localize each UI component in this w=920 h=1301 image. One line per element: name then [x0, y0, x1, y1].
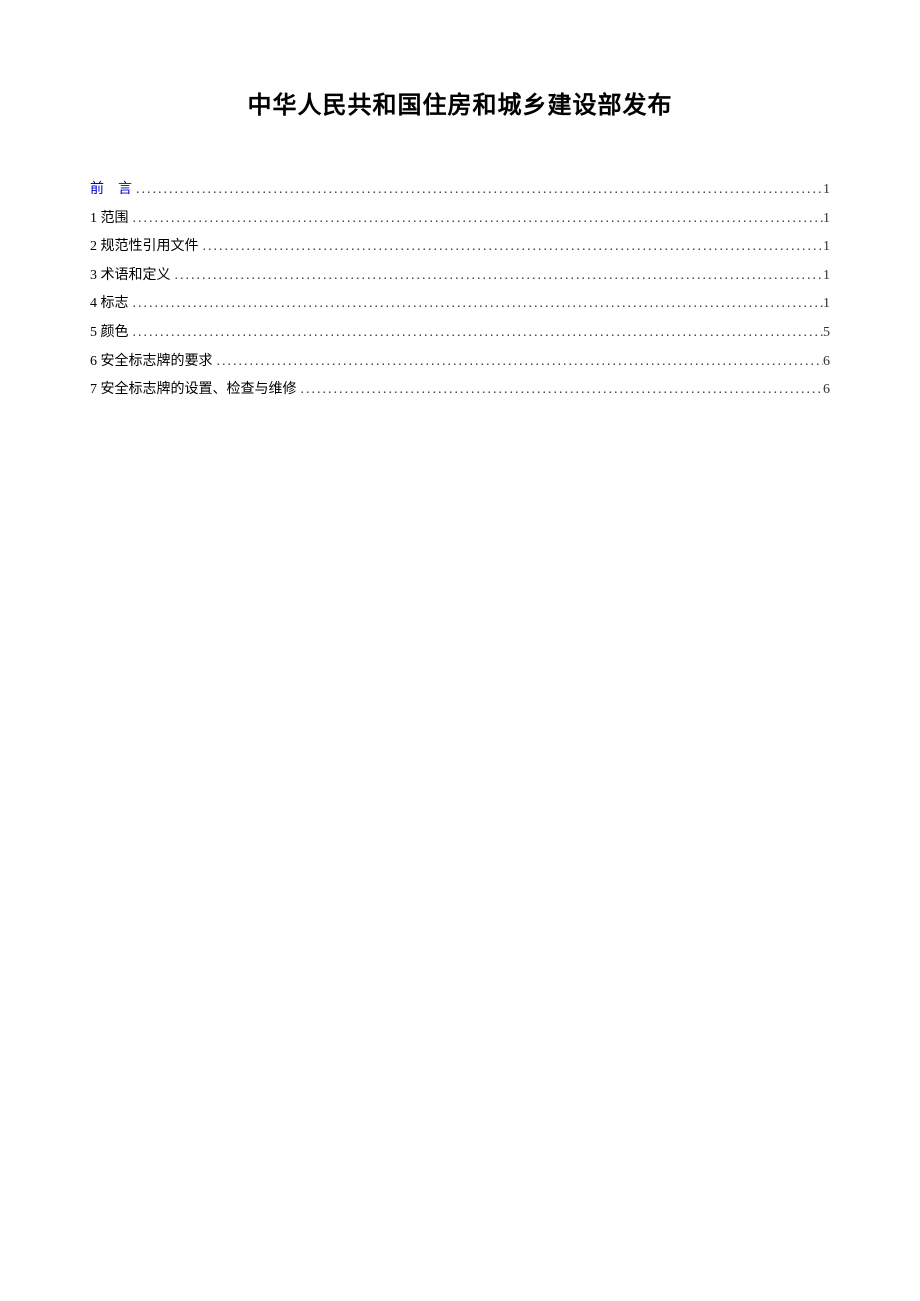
toc-label: 4 标志 [90, 294, 129, 314]
toc-page-number: 1 [823, 209, 830, 229]
toc-page-number: 1 [823, 266, 830, 286]
toc-label: 6 安全标志牌的要求 [90, 352, 213, 372]
toc-label: 前言 [90, 180, 132, 200]
toc-leader-dots [199, 237, 824, 257]
toc-entry[interactable]: 3 术语和定义 1 [90, 266, 830, 286]
toc-label-text-tail: 言 [118, 182, 132, 197]
toc-leader-dots [171, 266, 824, 286]
toc-page-number: 1 [823, 294, 830, 314]
toc-label: 7 安全标志牌的设置、检查与维修 [90, 380, 297, 400]
toc-leader-dots [129, 294, 824, 314]
toc-leader-dots [129, 323, 824, 343]
toc-entry[interactable]: 前言 1 [90, 180, 830, 200]
toc-leader-dots [297, 380, 824, 400]
toc-label: 3 术语和定义 [90, 266, 171, 286]
toc-entry[interactable]: 4 标志 1 [90, 294, 830, 314]
toc-label: 5 颜色 [90, 323, 129, 343]
toc-label-text: 前 [90, 182, 118, 197]
page-container: 中华人民共和国住房和城乡建设部发布 前言 1 1 范围 1 2 规范性引用文件 … [0, 0, 920, 400]
toc-entry[interactable]: 6 安全标志牌的要求 6 [90, 352, 830, 372]
toc-page-number: 6 [823, 380, 830, 400]
toc-page-number: 5 [823, 323, 830, 343]
toc-entry[interactable]: 1 范围 1 [90, 209, 830, 229]
toc-label: 1 范围 [90, 209, 129, 229]
toc-entry[interactable]: 7 安全标志牌的设置、检查与维修 6 [90, 380, 830, 400]
toc-leader-dots [132, 180, 823, 200]
toc-page-number: 1 [823, 180, 830, 200]
toc-label: 2 规范性引用文件 [90, 237, 199, 257]
toc-leader-dots [213, 352, 824, 372]
toc-page-number: 1 [823, 237, 830, 257]
toc-page-number: 6 [823, 352, 830, 372]
page-title: 中华人民共和国住房和城乡建设部发布 [90, 85, 830, 120]
table-of-contents: 前言 1 1 范围 1 2 规范性引用文件 1 3 术语和定义 1 4 标志 1… [90, 180, 830, 400]
toc-entry[interactable]: 2 规范性引用文件 1 [90, 237, 830, 257]
toc-leader-dots [129, 209, 824, 229]
toc-entry[interactable]: 5 颜色 5 [90, 323, 830, 343]
